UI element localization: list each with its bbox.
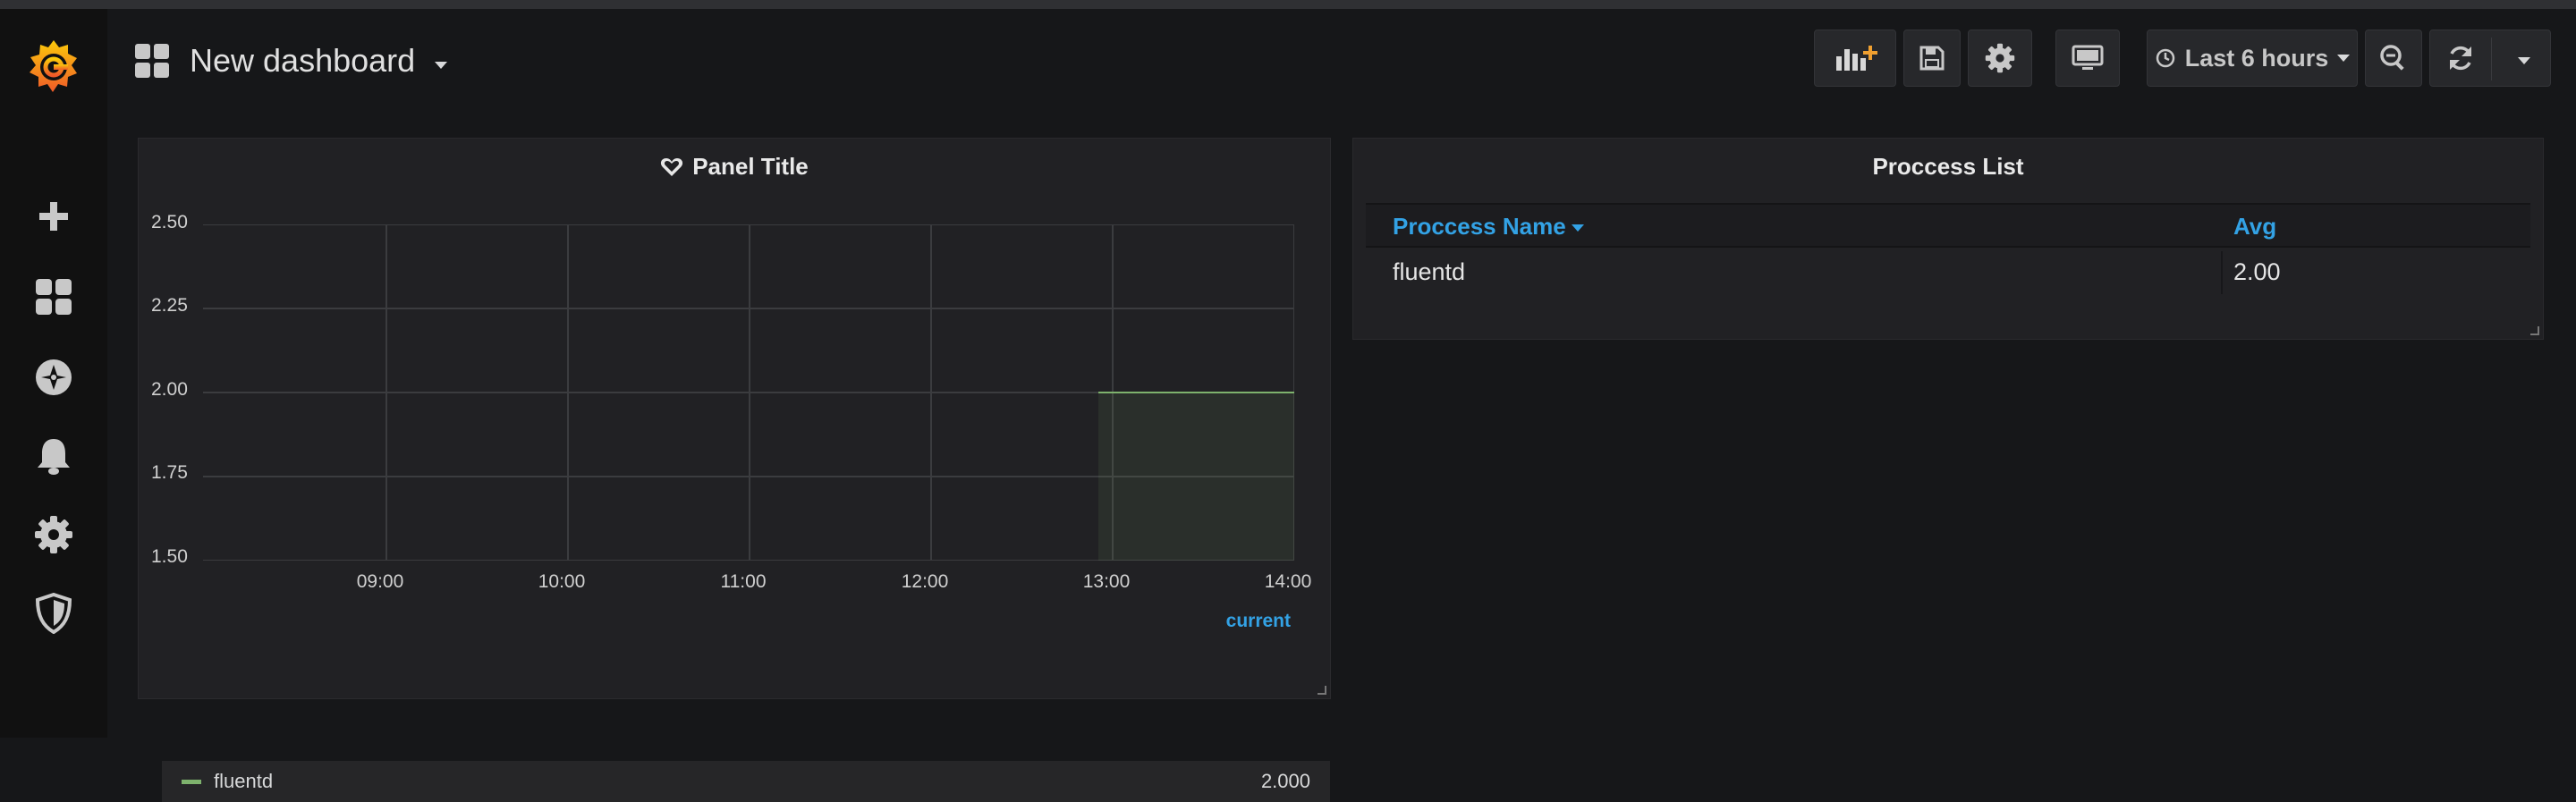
zoom-out-icon — [2380, 45, 2404, 71]
dashboards-button[interactable] — [25, 268, 82, 325]
monitor-icon — [2072, 45, 2104, 70]
dashboard-title: New dashboard — [190, 42, 416, 79]
create-button[interactable] — [25, 188, 82, 245]
chevron-down-icon — [435, 62, 448, 69]
table-row: fluentd 2.00 — [1366, 248, 2530, 298]
server-admin-button[interactable] — [25, 585, 82, 642]
save-dashboard-button[interactable] — [1903, 30, 1961, 87]
cycle-view-mode-button[interactable] — [2055, 30, 2120, 87]
time-picker-chevron-icon — [2337, 55, 2351, 62]
refresh-icon — [2450, 46, 2471, 71]
column-header-avg[interactable]: Avg — [2233, 213, 2276, 241]
graph-panel-title: Panel Title — [692, 153, 809, 180]
series-color-swatch[interactable] — [182, 780, 201, 784]
x-tick: 13:00 — [1082, 571, 1131, 592]
legend-series-name: fluentd — [214, 770, 274, 792]
x-tick: 09:00 — [356, 571, 404, 592]
add-panel-icon — [1836, 46, 1877, 71]
graph-plot-area[interactable] — [203, 224, 1294, 561]
series-area-fluentd — [1098, 393, 1294, 561]
add-panel-button[interactable] — [1814, 30, 1896, 87]
time-picker-button[interactable]: Last 6 hours — [2147, 30, 2358, 87]
grafana-logo-icon — [30, 40, 77, 92]
top-strip — [0, 0, 2576, 9]
x-tick: 12:00 — [901, 571, 949, 592]
x-tick: 14:00 — [1264, 571, 1312, 592]
cell-process-name: fluentd — [1393, 258, 1466, 285]
table-header-row: Proccess Name Avg — [1366, 205, 2530, 246]
y-tick: 2.25 — [151, 295, 188, 316]
sidebar — [0, 9, 107, 738]
column-header-process-name[interactable]: Proccess Name — [1393, 213, 1584, 241]
dashboard-grid-icon — [135, 44, 169, 78]
table-panel: Proccess List Proccess Name Avg fluentd … — [1352, 138, 2544, 340]
legend-item[interactable]: fluentd 2.000 — [162, 761, 1330, 802]
x-tick: 11:00 — [720, 571, 767, 592]
gear-icon — [35, 516, 72, 553]
y-tick: 2.50 — [151, 212, 188, 232]
table-panel-header[interactable]: Proccess List — [1353, 153, 2543, 181]
grafana-logo[interactable] — [18, 27, 89, 107]
graph-panel: Panel Title 2.50 2.25 2.00 1.75 1.50 09:… — [138, 138, 1331, 802]
grid-icon — [36, 279, 72, 315]
dashboard-picker[interactable]: New dashboard — [134, 34, 448, 88]
main-area: New dashboard Last 6 hours Panel Title 2… — [107, 9, 2576, 802]
explore-button[interactable] — [25, 349, 82, 406]
cog-icon — [1985, 43, 2015, 73]
refresh-divider — [2491, 38, 2492, 80]
table-panel-title: Proccess List — [1872, 153, 2024, 180]
y-tick: 2.00 — [151, 379, 188, 400]
plus-icon — [39, 202, 68, 231]
save-icon — [1919, 46, 1945, 71]
bell-icon — [38, 439, 70, 475]
graph-panel-header[interactable]: Panel Title — [139, 153, 1330, 181]
time-range-label: Last 6 hours — [2184, 44, 2329, 72]
dashboard-settings-button[interactable] — [1968, 30, 2032, 87]
legend-sort-current[interactable]: current — [1226, 611, 1291, 632]
clock-icon — [2156, 48, 2174, 68]
x-tick: 10:00 — [538, 571, 586, 592]
refresh-interval-chevron-icon[interactable] — [2518, 57, 2530, 64]
heart-icon — [661, 157, 683, 176]
refresh-button[interactable] — [2429, 30, 2551, 87]
cell-avg: 2.00 — [2233, 258, 2281, 285]
sort-desc-icon — [1571, 224, 1584, 232]
zoom-out-button[interactable] — [2365, 30, 2422, 87]
configuration-button[interactable] — [25, 506, 82, 563]
shield-icon — [36, 593, 72, 634]
panel-resize-handle[interactable] — [1318, 686, 1326, 695]
y-tick: 1.75 — [151, 462, 188, 483]
alerting-button[interactable] — [25, 427, 82, 485]
panel-resize-handle[interactable] — [2530, 326, 2539, 335]
column-divider — [2221, 251, 2223, 294]
compass-icon — [36, 359, 72, 395]
y-tick: 1.50 — [151, 546, 188, 567]
legend-series-current: 2.000 — [1260, 770, 1310, 792]
